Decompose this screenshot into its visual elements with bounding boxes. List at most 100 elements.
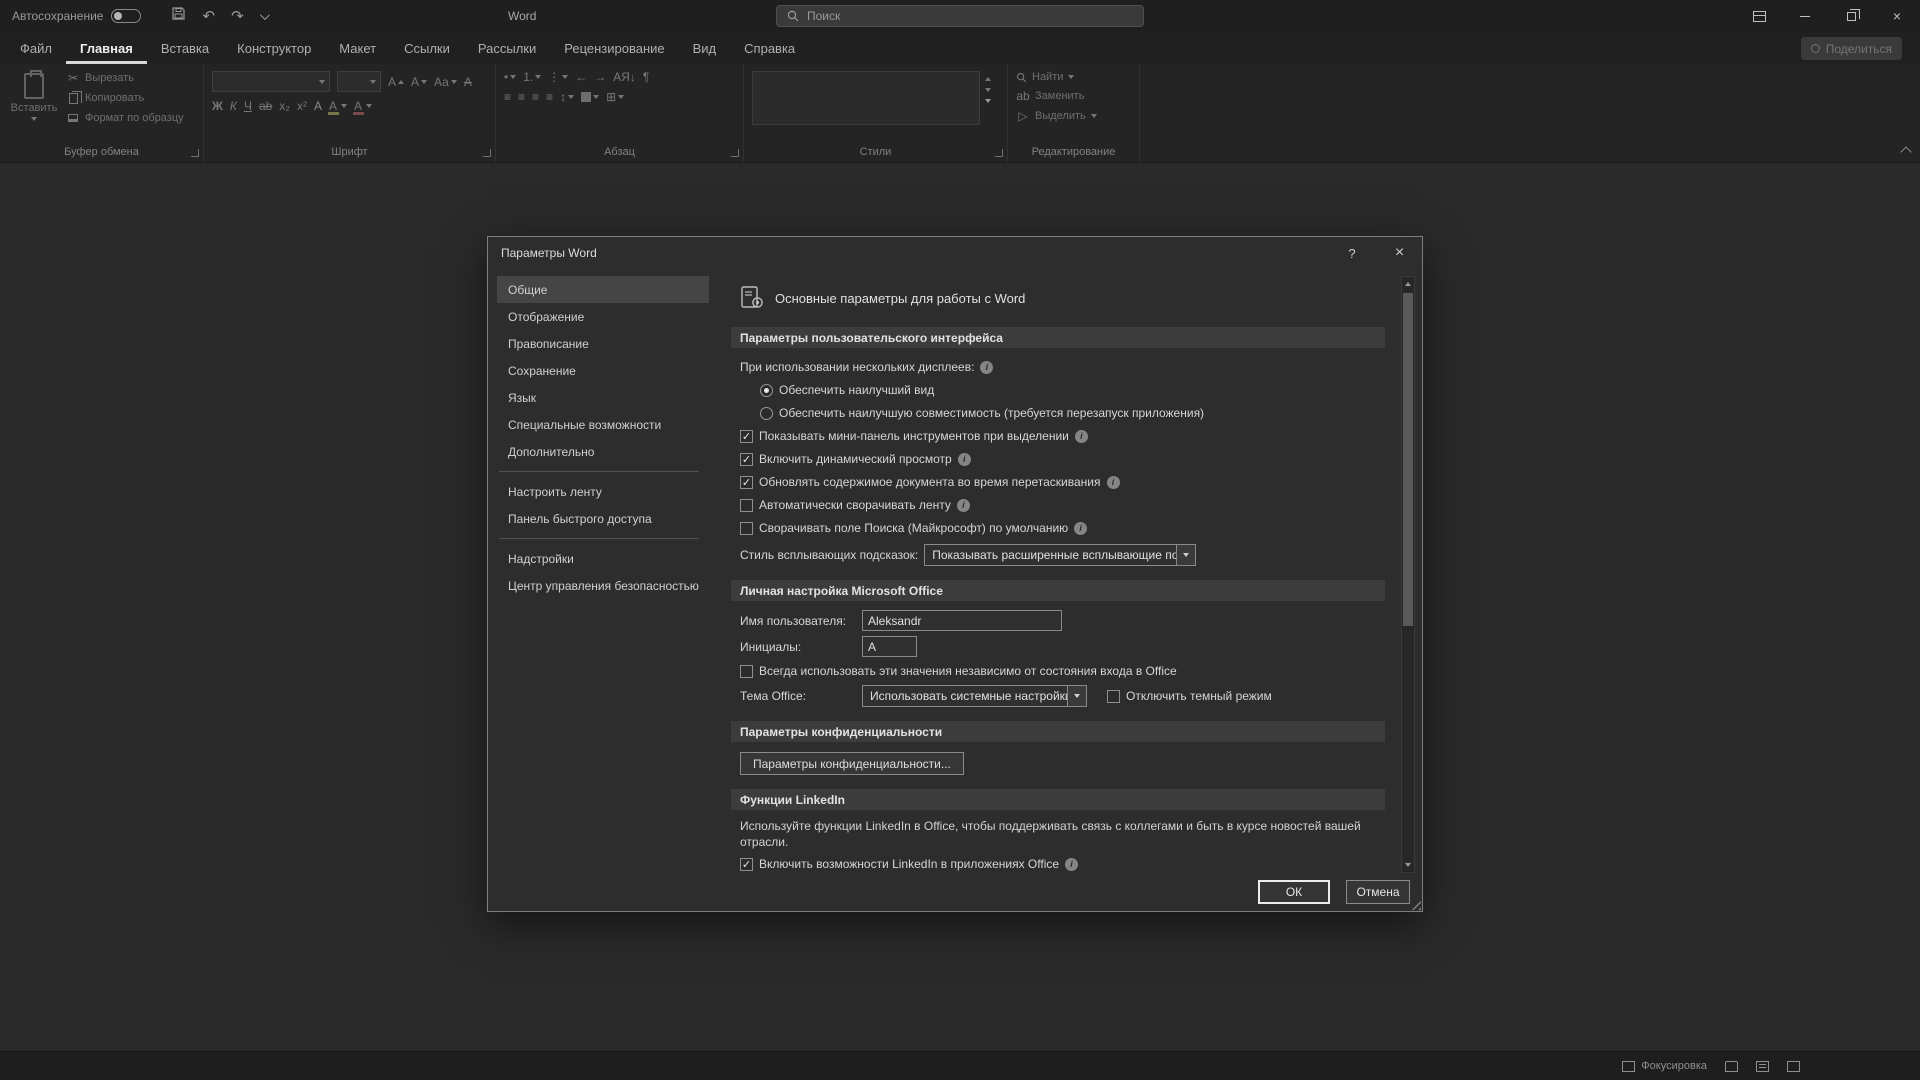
sidebar-item-general[interactable]: Общие (497, 276, 709, 303)
checkbox-collapse-search[interactable]: ✓ Сворачивать поле Поиска (Майкрософт) п… (740, 519, 1385, 537)
font-name-combo[interactable] (212, 71, 330, 92)
find-button[interactable]: Найти (1016, 71, 1131, 83)
styles-gallery[interactable] (752, 71, 980, 125)
show-paragraph-marks-button[interactable]: ¶ (643, 71, 649, 83)
info-icon[interactable]: i (1074, 521, 1088, 535)
checkbox-linkedin-features[interactable]: ✓ Включить возможности LinkedIn в прилож… (740, 855, 1385, 873)
redo-button[interactable]: ↷ (231, 9, 244, 24)
search-box[interactable]: Поиск (776, 5, 1144, 27)
sidebar-item-language[interactable]: Язык (497, 384, 709, 411)
copy-button[interactable]: Копировать (66, 90, 195, 105)
info-icon[interactable]: i (957, 452, 971, 466)
info-icon[interactable]: i (980, 360, 994, 374)
scrollbar-thumb[interactable] (1403, 293, 1413, 627)
cancel-button[interactable]: Отмена (1346, 880, 1410, 904)
checkbox-icon[interactable]: ✓ (740, 475, 753, 489)
sidebar-item-accessibility[interactable]: Специальные возможности (497, 411, 709, 438)
sidebar-item-save[interactable]: Сохранение (497, 357, 709, 384)
restore-button[interactable] (1828, 0, 1874, 32)
close-window-button[interactable]: × (1874, 0, 1920, 32)
tooltip-style-dropdown[interactable]: Показывать расширенные всплывающие подск… (924, 544, 1197, 566)
privacy-settings-button[interactable]: Параметры конфиденциальности... (740, 752, 964, 775)
sidebar-item-quick-access[interactable]: Панель быстрого доступа (497, 505, 709, 532)
checkbox-update-content-drag[interactable]: ✓ Обновлять содержимое документа во врем… (740, 473, 1385, 491)
format-painter-button[interactable]: Формат по образцу (66, 111, 195, 125)
sort-button[interactable]: АЯ↓ (613, 71, 636, 83)
font-color-button[interactable]: А (353, 100, 373, 115)
checkbox-mini-toolbar[interactable]: ✓ Показывать мини-панель инструментов пр… (740, 427, 1385, 445)
underline-button[interactable]: Ч (244, 100, 252, 112)
checkbox-icon[interactable]: ✓ (740, 429, 753, 443)
checkbox-disable-dark-mode[interactable]: ✓ (1107, 689, 1120, 703)
collapse-ribbon-button[interactable] (1900, 146, 1912, 158)
dropdown-arrow-button[interactable] (1176, 545, 1196, 565)
tab-mailings[interactable]: Рассылки (464, 32, 550, 64)
italic-button[interactable]: К (230, 100, 237, 112)
share-button[interactable]: Поделиться (1800, 37, 1902, 60)
checkbox-icon[interactable]: ✓ (740, 857, 753, 871)
minimize-button[interactable] (1782, 0, 1828, 32)
focus-mode-button[interactable]: Фокусировка (1622, 1060, 1707, 1072)
highlight-button[interactable]: А (328, 100, 347, 115)
cut-button[interactable]: ✂ Вырезать (66, 71, 195, 85)
strikethrough-button[interactable]: ab (259, 100, 272, 112)
office-theme-dropdown[interactable]: Использовать системные настройки (862, 685, 1087, 707)
tab-layout[interactable]: Макет (325, 32, 390, 64)
autosave-toggle[interactable] (111, 9, 142, 23)
subscript-button[interactable]: x₂ (279, 100, 290, 112)
clear-formatting-button[interactable]: А (464, 76, 472, 88)
tab-view[interactable]: Вид (679, 32, 731, 64)
radio-best-compatibility[interactable]: Обеспечить наилучшую совместимость (треб… (760, 404, 1385, 422)
checkbox-always-use-values[interactable]: ✓ Всегда использовать эти значения незав… (740, 662, 1385, 680)
change-case-button[interactable]: Аа (434, 76, 457, 88)
checkbox-icon[interactable]: ✓ (740, 498, 753, 512)
gallery-up-icon[interactable] (985, 77, 991, 81)
username-input[interactable] (862, 610, 1062, 631)
styles-dialog-launcher-icon[interactable] (995, 149, 1003, 157)
dialog-close-button[interactable]: × (1377, 237, 1422, 269)
scroll-up-button[interactable] (1402, 277, 1414, 291)
dropdown-arrow-button[interactable] (1067, 686, 1086, 706)
sidebar-item-addins[interactable]: Надстройки (497, 545, 709, 572)
radio-best-appearance[interactable]: Обеспечить наилучший вид (760, 381, 1385, 399)
sidebar-item-proofing[interactable]: Правописание (497, 330, 709, 357)
save-button[interactable] (171, 6, 186, 26)
align-right-button[interactable]: ≡ (532, 91, 539, 103)
gallery-down-icon[interactable] (985, 88, 991, 92)
ok-button[interactable]: ОК (1258, 880, 1330, 904)
borders-button[interactable]: ⊞ (606, 91, 625, 103)
checkbox-collapse-ribbon[interactable]: ✓ Автоматически сворачивать ленту i (740, 496, 1385, 514)
info-icon[interactable]: i (1074, 429, 1088, 443)
shading-button[interactable] (581, 92, 600, 102)
dialog-help-button[interactable]: ? (1332, 237, 1372, 269)
gallery-more-icon[interactable] (985, 99, 991, 103)
tab-review[interactable]: Рецензирование (550, 32, 678, 64)
checkbox-live-preview[interactable]: ✓ Включить динамический просмотр i (740, 450, 1385, 468)
info-icon[interactable]: i (1065, 857, 1079, 871)
initials-input[interactable] (862, 636, 917, 657)
web-layout-button[interactable] (1787, 1060, 1800, 1072)
content-scrollbar[interactable] (1401, 276, 1415, 873)
dialog-titlebar[interactable]: Параметры Word ? × (488, 237, 1422, 269)
paste-button[interactable]: Вставить (8, 70, 60, 121)
text-effects-button[interactable]: А (314, 100, 322, 112)
align-center-button[interactable]: ≡ (518, 91, 525, 103)
sidebar-item-customize-ribbon[interactable]: Настроить ленту (497, 478, 709, 505)
tab-help[interactable]: Справка (730, 32, 809, 64)
tab-references[interactable]: Ссылки (390, 32, 464, 64)
numbering-button[interactable]: 1. (523, 71, 542, 83)
tab-file[interactable]: Файл (6, 32, 66, 64)
multilevel-list-button[interactable]: ⋮ (548, 71, 569, 83)
checkbox-icon[interactable]: ✓ (740, 452, 753, 466)
resize-grip[interactable] (1410, 899, 1421, 910)
radio-icon[interactable] (760, 383, 773, 397)
sidebar-item-advanced[interactable]: Дополнительно (497, 438, 709, 465)
align-left-button[interactable]: ≡ (504, 91, 511, 103)
tab-insert[interactable]: Вставка (147, 32, 223, 64)
replace-button[interactable]: ab Заменить (1016, 89, 1131, 103)
shrink-font-button[interactable]: А (411, 76, 428, 88)
decrease-indent-button[interactable]: ← (575, 71, 587, 83)
justify-button[interactable]: ≡ (546, 91, 553, 103)
sidebar-item-display[interactable]: Отображение (497, 303, 709, 330)
customize-qat-button[interactable] (259, 7, 270, 25)
